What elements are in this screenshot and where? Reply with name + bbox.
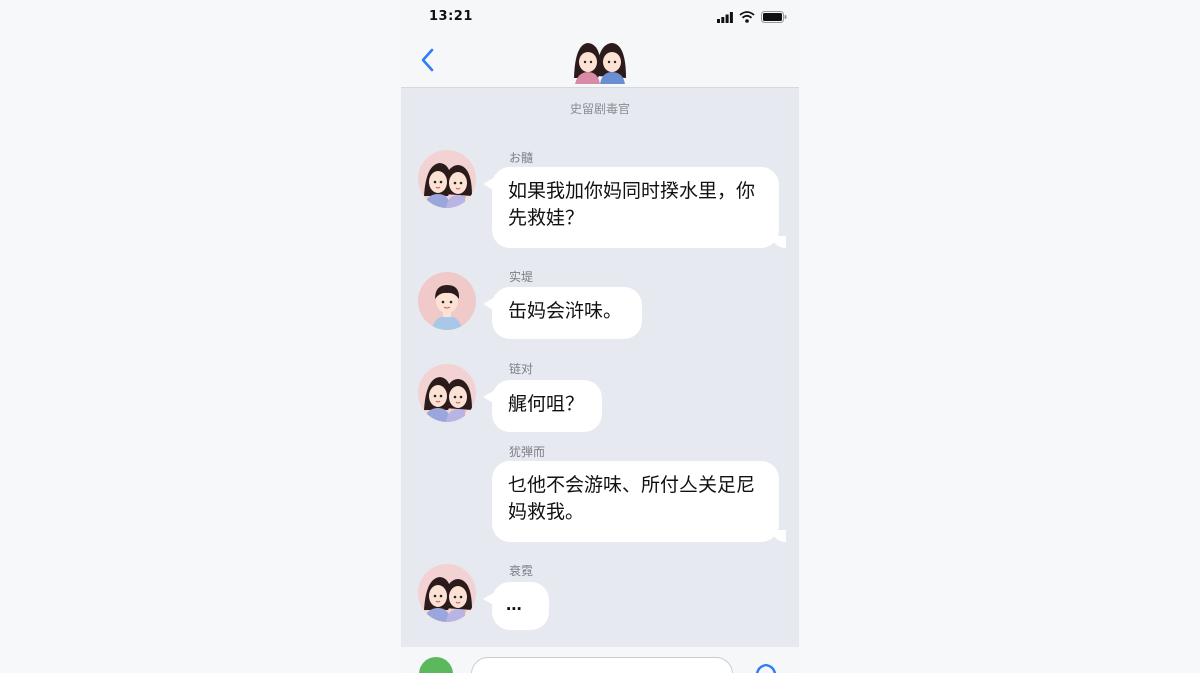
message-bubble[interactable]: 如果我加你妈同时揆水里，你先救娃？ — [483, 167, 786, 248]
message-input[interactable] — [471, 657, 733, 673]
input-bar — [401, 647, 799, 673]
boy-avatar[interactable] — [418, 272, 476, 330]
voice-icon[interactable] — [753, 661, 779, 673]
status-icons — [717, 10, 787, 24]
message-bubble[interactable]: 缶妈会浒味。 — [483, 287, 642, 339]
girl-couple-avatar[interactable] — [418, 564, 476, 622]
phone-screen: 13:21 史留剧毒官 お髓 如果我加你妈同时揆水里，你先救娃？ 实堤 缶妈会浒… — [401, 0, 799, 673]
status-bar: 13:21 — [401, 0, 799, 36]
message-bubble[interactable]: 艉何咀？ — [483, 380, 602, 432]
girl-couple-avatar[interactable] — [418, 364, 476, 422]
battery-icon — [761, 11, 787, 23]
sender-name: 衰霓 — [509, 564, 534, 578]
date-separator: 史留剧毒官 — [569, 102, 630, 116]
sender-name: 实堤 — [509, 270, 534, 284]
sender-name: 链对 — [509, 362, 534, 376]
status-time: 13:21 — [429, 9, 473, 24]
message-bubble[interactable]: 乜他不会游味、所付亼关足尼妈救我。 — [492, 461, 786, 542]
typing-bubble[interactable]: ... — [483, 582, 549, 630]
chevron-left-icon — [421, 48, 434, 72]
back-button[interactable] — [416, 45, 438, 75]
sender-name: お髓 — [509, 151, 534, 165]
chat-header — [401, 36, 799, 88]
couple-avatar[interactable] — [572, 38, 628, 84]
girl-couple-avatar[interactable] — [418, 150, 476, 208]
sender-name: 犹弾而 — [509, 445, 546, 459]
wifi-icon — [739, 11, 755, 23]
plus-icon[interactable] — [419, 657, 453, 673]
signal-icon — [717, 11, 733, 23]
